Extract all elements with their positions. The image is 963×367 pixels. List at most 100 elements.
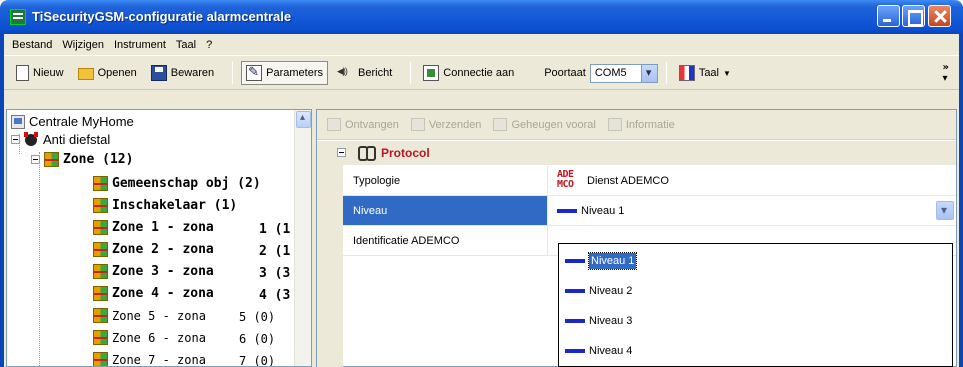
dropdown-option-label: Niveau 3 [589, 315, 633, 327]
tree-item[interactable]: Zone 2 - zona [93, 242, 214, 257]
open-button[interactable]: Openen [74, 61, 141, 85]
tree-item[interactable]: Zone 5 - zona [93, 308, 206, 323]
tree-scrollbar[interactable] [294, 110, 311, 366]
port-value: COM5 [594, 67, 627, 79]
tree-item[interactable]: Zone 1 - zona [93, 220, 214, 235]
caret-down-icon: ▼ [723, 68, 731, 78]
tree-item-label: Zone 5 - zona [112, 308, 206, 323]
tree-item[interactable]: Zone 7 - zona [93, 352, 206, 366]
chevron-down-icon[interactable] [936, 201, 954, 220]
info-button[interactable]: Informatie [607, 118, 675, 131]
new-button-label: Nieuw [33, 67, 64, 79]
property-value[interactable]: ADE MCO Dienst ADEMCO [549, 166, 956, 195]
dropdown-option-niveau-2[interactable]: Niveau 2 [563, 278, 632, 304]
zone-icon [93, 286, 108, 301]
send-button-label: Verzenden [428, 118, 482, 131]
send-icon [410, 118, 425, 131]
new-button[interactable]: Nieuw [12, 61, 68, 85]
speaker-icon [337, 65, 354, 81]
tree-item-count: 7 (0) [239, 354, 276, 367]
tree-item-count: 5 (0) [239, 310, 276, 324]
tree-item[interactable]: Zone 4 - zona [93, 286, 214, 301]
tree-item-count: 3 (3 [259, 266, 291, 281]
title-bar: TiSecurityGSM-configuratie alarmcentrale [0, 0, 963, 34]
tree-node-anti-theft[interactable]: Anti diefstal [11, 132, 110, 147]
property-name: Niveau [343, 196, 548, 225]
message-button-label: Bericht [358, 67, 393, 79]
chevron-down-icon[interactable] [640, 64, 657, 82]
toolbar-separator [410, 62, 412, 84]
level-bar-icon [565, 319, 585, 323]
memory-button-label: Geheugen vooral [511, 118, 596, 131]
parameters-button-label: Parameters [266, 67, 324, 79]
property-row-typology[interactable]: Typologie ADE MCO Dienst ADEMCO [343, 166, 956, 196]
menu-help[interactable]: ? [206, 39, 212, 51]
dropdown-option-niveau-3[interactable]: Niveau 3 [563, 308, 632, 334]
save-button[interactable]: Bewaren [147, 61, 218, 85]
tree-item-label: Zone 1 - zona [112, 220, 214, 235]
scroll-up-icon[interactable] [296, 111, 311, 128]
parameters-button[interactable]: Parameters [241, 61, 329, 85]
message-button[interactable]: Bericht [334, 61, 396, 85]
level-combo[interactable]: Niveau 1 [549, 196, 956, 225]
level-value: Niveau 1 [581, 204, 625, 217]
ademco-logo-icon: ADE MCO [557, 168, 574, 190]
port-select[interactable]: COM5 [589, 63, 658, 83]
property-name: Typologie [343, 166, 548, 195]
toolbar-separator [665, 62, 667, 84]
typology-value: Dienst ADEMCO [587, 174, 669, 187]
floppy-save-icon [150, 65, 167, 81]
properties-toolbar: Ontvangen Verzenden Geheugen vooral Info… [317, 110, 956, 140]
dropdown-option-niveau-1[interactable]: Niveau 1 [563, 248, 638, 274]
tree-node-label: Anti diefstal [43, 132, 111, 147]
send-button[interactable]: Verzenden [410, 118, 482, 131]
property-row-level[interactable]: Niveau Niveau 1 [343, 196, 956, 226]
zone-icon [93, 308, 108, 323]
save-button-label: Bewaren [170, 67, 215, 79]
thief-icon [24, 132, 39, 147]
collapse-icon[interactable] [31, 155, 40, 164]
memory-button[interactable]: Geheugen vooral [493, 118, 596, 131]
tree-item-count: 4 (3 [259, 288, 291, 303]
flag-language-icon [678, 65, 695, 81]
property-name: Identificatie ADEMCO [343, 226, 548, 255]
close-button[interactable] [928, 5, 951, 27]
toolbar-overflow-icon[interactable]: » ▾ [943, 62, 949, 84]
zone-icon [93, 352, 108, 366]
menu-instrument[interactable]: Instrument [114, 39, 166, 51]
receive-button-label: Ontvangen [345, 118, 399, 131]
tree-item-label: Gemeenschap obj (2) [112, 176, 261, 191]
category-row[interactable]: Protocol [317, 141, 956, 165]
collapse-icon[interactable] [337, 148, 346, 157]
memory-icon [493, 118, 508, 131]
minimize-button[interactable] [877, 5, 900, 27]
tree-item-label: Inschakelaar (1) [112, 198, 238, 213]
menu-wijzigen[interactable]: Wijzigen [62, 39, 104, 51]
zone-icon [44, 152, 59, 167]
receive-icon [327, 118, 341, 131]
level-bar-icon [565, 349, 585, 353]
zone-icon [93, 242, 108, 257]
tree-item-count: 6 (0) [239, 332, 276, 346]
window-title: TiSecurityGSM-configuratie alarmcentrale [32, 9, 292, 24]
connect-button-label: Connectie aan [443, 67, 515, 79]
connect-button[interactable]: Connectie aan [419, 61, 518, 85]
dropdown-option-label: Niveau 2 [589, 285, 633, 297]
menu-taal[interactable]: Taal [176, 39, 196, 51]
collapse-icon[interactable] [11, 135, 20, 144]
zone-icon [93, 176, 108, 191]
tree-item[interactable]: Zone 3 - zona [93, 264, 214, 279]
protocol-icon [358, 145, 376, 161]
new-file-icon [16, 65, 29, 81]
language-button[interactable]: Taal ▼ [675, 61, 735, 85]
tree-root[interactable]: Centrale MyHome [11, 114, 134, 129]
tree-item[interactable]: Zone 6 - zona [93, 330, 206, 345]
tree-node-zones[interactable]: Zone (12) [31, 152, 133, 167]
menu-bestand[interactable]: Bestand [12, 39, 52, 51]
maximize-button[interactable] [902, 5, 925, 27]
tree-item[interactable]: Gemeenschap obj (2) [93, 176, 261, 191]
level-bar-icon [557, 208, 577, 213]
receive-button[interactable]: Ontvangen [327, 118, 399, 131]
tree-item[interactable]: Inschakelaar (1) [93, 198, 237, 213]
dropdown-option-niveau-4[interactable]: Niveau 4 [563, 338, 632, 364]
